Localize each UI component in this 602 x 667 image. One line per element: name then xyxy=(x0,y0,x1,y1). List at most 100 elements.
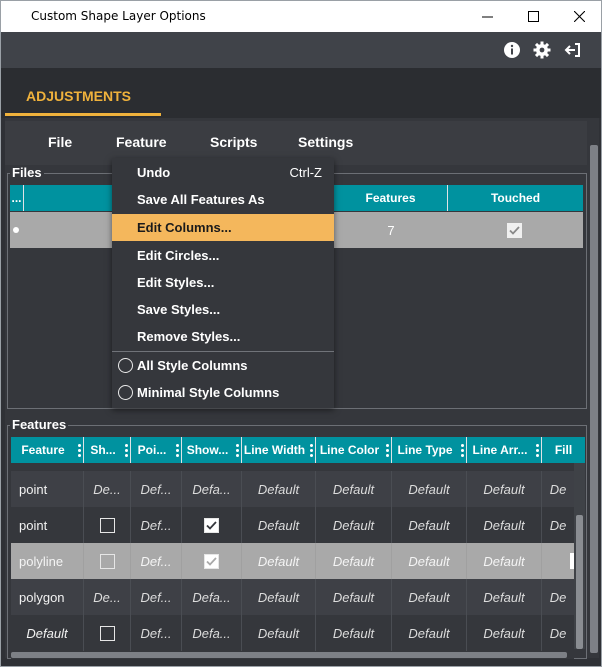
column-header-show[interactable]: Show... xyxy=(182,437,242,463)
column-menu-icon[interactable] xyxy=(533,443,541,457)
cell-sh[interactable]: De... xyxy=(84,579,131,615)
menu-item-undo[interactable]: Undo Ctrl-Z xyxy=(112,159,334,186)
menu-item-save-styles[interactable]: Save Styles... xyxy=(112,296,334,323)
column-header-feature[interactable]: Feature xyxy=(11,437,84,463)
column-header-fill[interactable]: Fill xyxy=(542,437,585,463)
table-row[interactable]: point Def... Default Default Default Def… xyxy=(11,507,574,543)
cell-line-color[interactable]: Default xyxy=(316,471,392,507)
content-vertical-scrollbar[interactable] xyxy=(589,118,599,658)
cell-poi[interactable]: Def... xyxy=(131,471,182,507)
cell-line-type[interactable]: Default xyxy=(392,543,467,579)
info-icon[interactable] xyxy=(502,40,522,60)
cell-fill[interactable]: De xyxy=(542,471,574,507)
cell-show[interactable]: Defa... xyxy=(182,579,242,615)
menu-item-edit-columns[interactable]: Edit Columns... xyxy=(112,214,334,241)
table-row[interactable]: point De... Def... Defa... Default Defau… xyxy=(11,471,574,507)
cell-sh[interactable] xyxy=(84,507,131,543)
sh-checkbox[interactable] xyxy=(99,517,115,533)
features-vertical-scrollbar[interactable] xyxy=(574,463,585,649)
cell-line-width[interactable]: Default xyxy=(242,579,316,615)
column-header-line-arrow[interactable]: Line Arr... xyxy=(467,437,542,463)
menu-feature[interactable]: Feature xyxy=(116,134,167,150)
files-column-header-collapsed[interactable]: ... xyxy=(10,185,24,211)
cell-line-arrow[interactable]: Default xyxy=(467,471,542,507)
column-menu-icon[interactable] xyxy=(383,443,391,457)
menu-item-edit-styles[interactable]: Edit Styles... xyxy=(112,269,334,296)
scrollbar-thumb[interactable] xyxy=(590,145,598,653)
exit-icon[interactable] xyxy=(563,40,583,60)
column-header-poi[interactable]: Poi... xyxy=(131,437,182,463)
cell-line-arrow[interactable]: Default xyxy=(467,615,542,651)
cell-line-width[interactable]: Default xyxy=(242,615,316,651)
cell-line-width[interactable]: Default xyxy=(242,471,316,507)
cell-show[interactable] xyxy=(182,507,242,543)
files-column-header-blank[interactable] xyxy=(24,185,112,211)
menu-item-all-style-columns[interactable]: All Style Columns xyxy=(112,352,334,379)
cell-line-width[interactable]: Default xyxy=(242,543,316,579)
cell-line-type[interactable]: Default xyxy=(392,615,467,651)
cell-fill[interactable]: De xyxy=(542,507,574,543)
cell-sh[interactable]: De... xyxy=(84,471,131,507)
cell-line-type[interactable]: Default xyxy=(392,471,467,507)
cell-line-color[interactable]: Default xyxy=(316,507,392,543)
show-checkbox[interactable] xyxy=(204,517,219,533)
column-header-line-type[interactable]: Line Type xyxy=(392,437,467,463)
minimize-button[interactable] xyxy=(464,1,510,32)
features-horizontal-scrollbar[interactable] xyxy=(11,651,574,659)
files-column-header-touched[interactable]: Touched xyxy=(448,185,583,211)
cell-poi[interactable]: Def... xyxy=(131,579,182,615)
maximize-button[interactable] xyxy=(510,1,556,32)
column-menu-icon[interactable] xyxy=(75,443,83,457)
cell-poi[interactable]: Def... xyxy=(131,507,182,543)
cell-show[interactable] xyxy=(182,543,242,579)
radio-icon[interactable] xyxy=(118,385,133,400)
menu-scripts[interactable]: Scripts xyxy=(210,134,257,150)
cell-line-arrow[interactable]: Default xyxy=(467,507,542,543)
cell-poi[interactable]: Def... xyxy=(131,543,182,579)
cell-fill[interactable] xyxy=(542,543,574,579)
scrollbar-thumb[interactable] xyxy=(576,515,583,649)
cell-fill[interactable]: De xyxy=(542,615,574,651)
close-button[interactable] xyxy=(556,1,601,32)
menu-item-edit-circles[interactable]: Edit Circles... xyxy=(112,242,334,269)
show-checkbox[interactable] xyxy=(204,553,219,569)
cell-line-color[interactable]: Default xyxy=(316,579,392,615)
cell-line-arrow[interactable]: Default xyxy=(467,543,542,579)
cell-sh[interactable] xyxy=(84,543,131,579)
sh-checkbox[interactable] xyxy=(99,553,115,569)
column-menu-icon[interactable] xyxy=(173,443,181,457)
cell-line-arrow[interactable]: Default xyxy=(467,579,542,615)
cell-fill[interactable]: De xyxy=(542,579,574,615)
cell-show[interactable]: Defa... xyxy=(182,615,242,651)
cell-sh[interactable] xyxy=(84,615,131,651)
files-touched-checkbox[interactable] xyxy=(507,223,522,238)
column-header-line-width[interactable]: Line Width xyxy=(242,437,316,463)
table-row-selected[interactable]: polyline Def... Default Default Default … xyxy=(11,543,574,579)
menu-settings[interactable]: Settings xyxy=(298,134,353,150)
column-header-line-color[interactable]: Line Color xyxy=(316,437,392,463)
scrollbar-thumb[interactable] xyxy=(11,652,567,658)
cell-line-color[interactable]: Default xyxy=(316,543,392,579)
tab-adjustments[interactable]: ADJUSTMENTS xyxy=(5,82,161,116)
sh-checkbox[interactable] xyxy=(99,625,115,641)
column-menu-icon[interactable] xyxy=(307,443,315,457)
menu-item-remove-styles[interactable]: Remove Styles... xyxy=(112,323,334,350)
files-column-header-features[interactable]: Features xyxy=(334,185,448,211)
cell-poi[interactable]: Def... xyxy=(131,615,182,651)
table-row[interactable]: polygon De... Def... Defa... Default Def… xyxy=(11,579,574,615)
menu-file[interactable]: File xyxy=(48,134,72,150)
table-row[interactable]: Default Def... Defa... Default Default D… xyxy=(11,615,574,651)
radio-icon[interactable] xyxy=(118,358,133,373)
menu-item-save-all-features-as[interactable]: Save All Features As xyxy=(112,186,334,213)
column-menu-icon[interactable] xyxy=(458,443,466,457)
cell-show[interactable]: Defa... xyxy=(182,471,242,507)
cell-line-type[interactable]: Default xyxy=(392,507,467,543)
cell-line-color[interactable]: Default xyxy=(316,615,392,651)
cell-line-width[interactable]: Default xyxy=(242,507,316,543)
cell-line-type[interactable]: Default xyxy=(392,579,467,615)
menu-item-minimal-style-columns[interactable]: Minimal Style Columns xyxy=(112,379,334,406)
gear-icon[interactable] xyxy=(532,40,552,60)
column-menu-icon[interactable] xyxy=(122,443,130,457)
column-header-sh[interactable]: Sh... xyxy=(84,437,131,463)
column-menu-icon[interactable] xyxy=(233,443,241,457)
